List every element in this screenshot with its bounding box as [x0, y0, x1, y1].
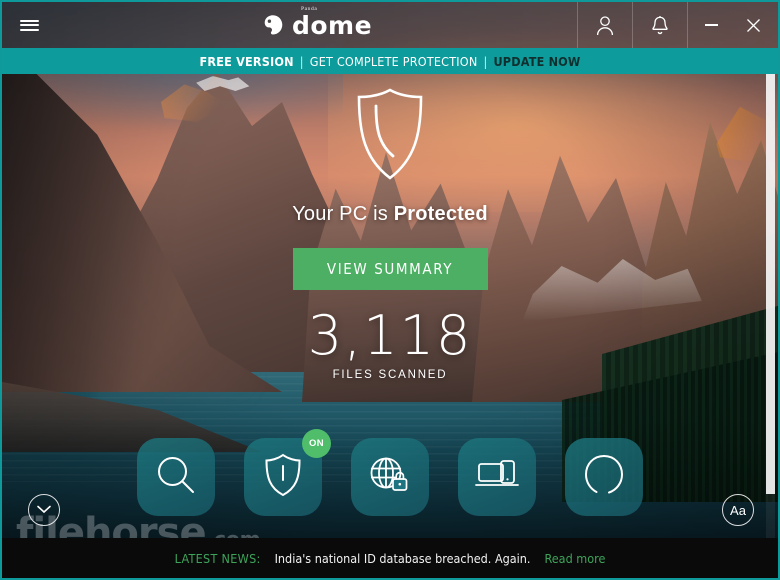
feature-dock: ON	[2, 429, 778, 516]
scrollbar-thumb[interactable]	[766, 74, 775, 494]
status-state: Protected	[393, 203, 488, 225]
banner-version-label: FREE VERSION	[199, 53, 294, 69]
dock-tile-scan[interactable]	[137, 438, 215, 516]
dock-tile-antivirus[interactable]: ON	[244, 429, 331, 516]
status-prefix: Your PC is	[292, 203, 394, 225]
news-headline: India's national ID database breached. A…	[274, 550, 531, 566]
app-logo: Panda dome	[56, 6, 577, 40]
titlebar-divider-3	[687, 2, 688, 48]
status-headline: Your PC is Protected	[292, 203, 488, 226]
dock-tile-devices[interactable]	[458, 438, 536, 516]
brand-name: dome	[291, 10, 373, 40]
magnifier-icon	[153, 452, 199, 503]
news-ticker-bar: LATEST NEWS: India's national ID databas…	[2, 538, 778, 578]
banner-update-now-link[interactable]: UPDATE NOW	[493, 54, 580, 69]
devices-icon	[473, 455, 521, 500]
upgrade-banner[interactable]: FREE VERSION | GET COMPLETE PROTECTION |…	[2, 48, 778, 74]
banner-offer-label: GET COMPLETE PROTECTION	[309, 53, 478, 69]
shield-icon	[263, 452, 303, 503]
files-scanned-label: FILES SCANNED	[332, 369, 448, 381]
hamburger-icon[interactable]	[2, 2, 56, 48]
bell-icon[interactable]	[633, 2, 687, 48]
globe-lock-icon	[366, 452, 414, 503]
panda-mark-icon	[261, 13, 285, 37]
banner-separator-2: |	[483, 53, 488, 69]
dock-tile-vpn[interactable]	[351, 438, 429, 516]
close-button[interactable]	[738, 2, 768, 48]
text-size-label: Aa	[730, 502, 746, 518]
news-label: LATEST NEWS:	[174, 550, 261, 566]
minimize-button[interactable]	[696, 2, 726, 48]
brand-text: Panda dome	[291, 6, 373, 40]
expand-panel-button[interactable]	[28, 494, 60, 526]
files-scanned-count: 3,118	[307, 304, 473, 367]
view-summary-button[interactable]: VIEW SUMMARY	[292, 248, 488, 290]
text-size-button[interactable]: Aa	[722, 494, 754, 526]
status-badge: ON	[302, 429, 331, 458]
title-bar: Panda dome	[2, 2, 778, 48]
user-icon[interactable]	[578, 2, 632, 48]
protection-status-panel: Your PC is Protected VIEW SUMMARY 3,118 …	[2, 74, 778, 381]
banner-separator-1: |	[299, 53, 304, 69]
vertical-scrollbar[interactable]	[766, 74, 775, 538]
titlebar-actions	[577, 2, 778, 48]
brand-superscript: Panda	[300, 5, 318, 12]
dock-tile-optimize[interactable]	[565, 438, 643, 516]
circular-arc-icon	[582, 452, 626, 503]
panda-dome-window: Panda dome FREE VERSION | GET COMPLETE P…	[0, 0, 780, 580]
shield-check-icon	[351, 86, 429, 187]
read-more-link[interactable]: Read more	[545, 551, 606, 566]
chevron-down-icon	[37, 501, 51, 519]
